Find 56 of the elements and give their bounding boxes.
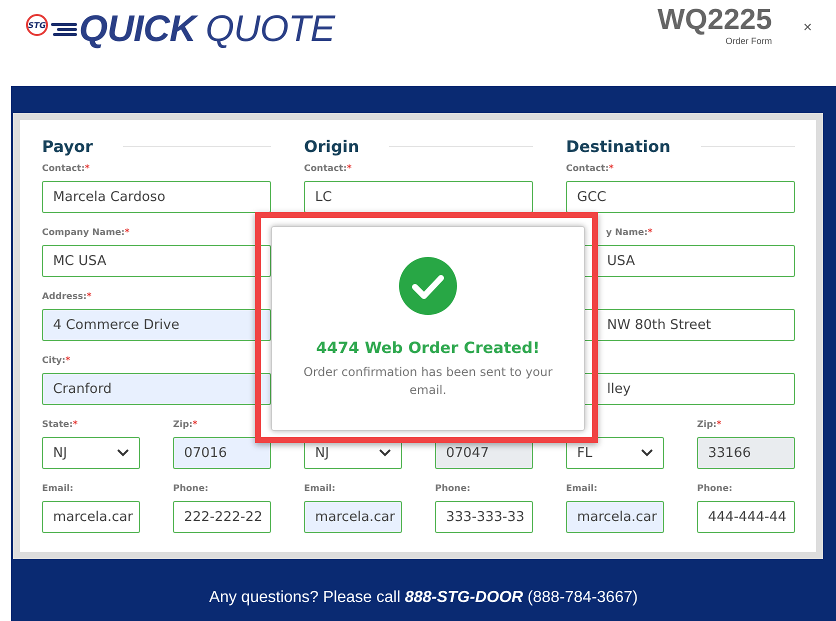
input-field[interactable]: Cranford [42, 373, 271, 405]
section-title: Origin [304, 137, 360, 156]
input-field[interactable]: GCC [566, 181, 795, 213]
required-mark: * [124, 228, 130, 238]
input-field[interactable]: marcela.car [304, 501, 402, 533]
logo-badge: STG [26, 14, 48, 36]
dialog-title: 4474 Web Order Created! [316, 339, 540, 357]
logo-text: QUICK QUOTE [79, 8, 335, 50]
input-field[interactable]: 333-333-33 [435, 501, 533, 533]
field-label: Zip: [697, 420, 717, 430]
required-mark: * [346, 164, 352, 174]
field-label: Zip: [173, 420, 193, 430]
section-title: Destination [566, 137, 670, 156]
order-number: WQ2225 [658, 4, 772, 37]
required-mark: * [84, 164, 90, 174]
field-label: Email: [566, 484, 598, 494]
field-label: Contact: [304, 164, 347, 174]
field-label: City: [42, 356, 66, 366]
dialog-message: Order confirmation has been sent to your email. [302, 364, 554, 399]
section-title: Payor [42, 137, 93, 156]
required-mark: * [608, 164, 614, 174]
input-field[interactable]: 444-444-44 [697, 501, 795, 533]
field-label: Email: [304, 484, 336, 494]
chevron-down-icon [641, 449, 653, 457]
input-field[interactable]: 4 Commerce Drive [42, 309, 271, 341]
field-label: y Name: [606, 228, 648, 238]
order-subtitle: Order Form [725, 36, 772, 46]
state-select[interactable]: FL [566, 437, 664, 469]
footer-text: Any questions? Please call 888-STG-DOOR (888-784-3667) [208, 589, 639, 607]
required-mark: * [86, 292, 92, 302]
close-button[interactable]: × [803, 19, 812, 36]
required-mark: * [72, 420, 78, 430]
required-mark: * [192, 420, 198, 430]
chevron-down-icon [379, 449, 391, 457]
field-label: Company Name: [42, 228, 125, 238]
input-field[interactable]: Marcela Cardoso [42, 181, 271, 213]
field-label: Address: [42, 292, 87, 302]
input-field[interactable]: 222-222-22 [173, 501, 271, 533]
input-field[interactable]: 07016 [173, 437, 271, 469]
field-label: Phone: [173, 484, 208, 494]
required-mark: * [65, 356, 70, 366]
field-label: Contact: [566, 164, 609, 174]
input-field[interactable]: MC USA [42, 245, 271, 277]
field-label: Email: [42, 484, 74, 494]
state-select[interactable]: NJ [42, 437, 140, 469]
required-mark: * [716, 420, 722, 430]
field-label: Contact: [42, 164, 85, 174]
field-label: Phone: [697, 484, 732, 494]
field-label: State: [42, 420, 73, 430]
required-mark: * [648, 228, 652, 238]
check-circle-icon [399, 257, 457, 315]
input-field[interactable]: marcela.car [42, 501, 140, 533]
input-field[interactable]: marcela.car [566, 501, 664, 533]
chevron-down-icon [117, 449, 129, 457]
field-label: Phone: [435, 484, 470, 494]
input-field[interactable]: LC [304, 181, 533, 213]
